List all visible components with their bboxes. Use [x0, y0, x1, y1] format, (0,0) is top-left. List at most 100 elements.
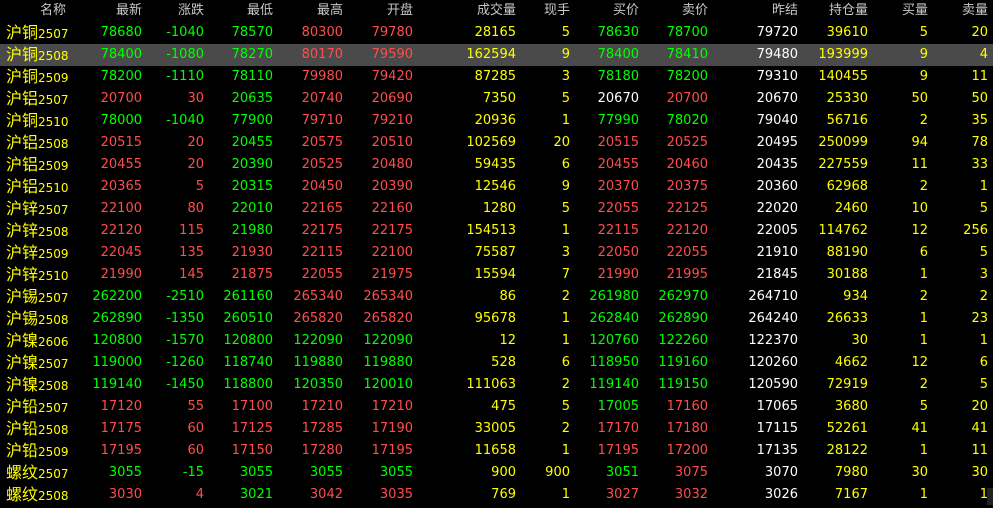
cell-high: 22115 — [301, 245, 343, 260]
scrollbar[interactable] — [987, 488, 993, 505]
contract-product: 螺纹 — [6, 485, 39, 504]
col-header-oi[interactable]: 持仓量 — [810, 0, 868, 22]
table-row[interactable]: 沪锌2510 21990 145 21875 22055 21975 15594 7 21990… — [0, 264, 993, 286]
contract-product: 沪铅 — [6, 419, 39, 438]
table-row[interactable]: 沪锡2508 262890 -1350 260510 265820 265820 95678… — [0, 308, 993, 330]
cell-high: 120350 — [293, 377, 343, 392]
cell-ask-vol: 23 — [971, 311, 988, 326]
cell-prev-settle: 264710 — [748, 289, 798, 304]
table-row[interactable]: 沪铜2509 78200 -1110 78110 79980 79420 87285 3 781… — [0, 66, 993, 88]
cell-oi: 7167 — [834, 487, 868, 502]
table-row[interactable]: 沪铅2507 17120 55 17100 17210 17210 475 5 17005 171… — [0, 396, 993, 418]
table-row[interactable]: 螺纹2508 3030 4 3021 3042 3035 769 1 3027 3032 3026 7… — [0, 484, 993, 506]
col-header-ask-vol[interactable]: 卖量 — [940, 0, 988, 22]
table-row[interactable]: 沪镍2508 119140 -1450 118800 120350 120010 11106… — [0, 374, 993, 396]
cell-change: 4 — [195, 487, 204, 502]
contract-name: 沪铜2507 — [0, 22, 86, 44]
cell-ask: 22125 — [666, 201, 708, 216]
contract-month: 2509 — [38, 159, 69, 173]
cell-oi: 25330 — [826, 91, 868, 106]
col-header-change[interactable]: 涨跌 — [150, 0, 204, 22]
cell-prev-settle: 79720 — [756, 25, 798, 40]
contract-product: 沪铅 — [6, 397, 39, 416]
cell-oi: 72919 — [826, 377, 868, 392]
cell-bid-vol: 1 — [919, 443, 928, 458]
cell-prev-settle: 79040 — [756, 113, 798, 128]
cell-high: 3055 — [309, 465, 343, 480]
cell-hand: 2 — [561, 421, 570, 436]
table-row[interactable]: 沪铝2509 20455 20 20390 20525 20480 59435 6 20455 2… — [0, 154, 993, 176]
cell-bid: 78630 — [597, 25, 639, 40]
table-row[interactable]: 沪铜2507 78680 -1040 78570 80300 79780 28165 5 786… — [0, 22, 993, 44]
contract-month: 2509 — [38, 71, 69, 85]
cell-hand: 6 — [561, 157, 570, 172]
table-row[interactable]: 沪铝2507 20700 30 20635 20740 20690 7350 5 20670 20… — [0, 88, 993, 110]
table-row[interactable]: 沪锡2507 262200 -2510 261160 265340 265340 86 2 26… — [0, 286, 993, 308]
contract-month: 2508 — [38, 313, 69, 327]
cell-bid: 3051 — [605, 465, 639, 480]
col-header-hand[interactable]: 现手 — [525, 0, 570, 22]
contract-name: 沪铅2509 — [0, 440, 86, 462]
table-row[interactable]: 沪锌2507 22100 80 22010 22165 22160 1280 5 22055 22… — [0, 198, 993, 220]
col-header-ask[interactable]: 卖价 — [650, 0, 708, 22]
cell-ask: 22120 — [666, 223, 708, 238]
cell-low: 77900 — [231, 113, 273, 128]
table-row[interactable]: 沪铅2508 17175 60 17125 17285 17190 33005 2 17170 1… — [0, 418, 993, 440]
table-row[interactable]: 沪锌2508 22120 115 21980 22175 22175 154513 1 2211… — [0, 220, 993, 242]
cell-bid-vol: 50 — [911, 91, 928, 106]
cell-change: 135 — [179, 245, 204, 260]
cell-hand: 7 — [561, 267, 570, 282]
table-row[interactable]: 沪锌2509 22045 135 21930 22115 22100 75587 3 22050… — [0, 242, 993, 264]
cell-last: 262200 — [92, 289, 142, 304]
cell-ask: 78410 — [666, 47, 708, 62]
cell-bid-vol: 30 — [911, 465, 928, 480]
cell-prev-settle: 20495 — [756, 135, 798, 150]
col-header-prev-settle[interactable]: 昨结 — [740, 0, 798, 22]
contract-product: 沪锡 — [6, 309, 39, 328]
cell-change: -1040 — [166, 25, 204, 40]
col-header-name[interactable]: 名称 — [40, 0, 72, 22]
table-row[interactable]: 沪镍2507 119000 -1260 118740 119880 119880 528 6 1… — [0, 352, 993, 374]
table-row[interactable]: 沪铜2508 78400 -1080 78270 80170 79590 162594 9 78… — [0, 44, 993, 66]
cell-open: 265340 — [363, 289, 413, 304]
cell-low: 21930 — [231, 245, 273, 260]
contract-product: 沪锌 — [6, 221, 39, 240]
col-header-high[interactable]: 最高 — [290, 0, 343, 22]
col-header-bid[interactable]: 买价 — [580, 0, 639, 22]
cell-bid: 78180 — [597, 69, 639, 84]
cell-low: 20635 — [231, 91, 273, 106]
cell-ask-vol: 35 — [971, 113, 988, 128]
cell-change: 55 — [187, 399, 204, 414]
cell-high: 265820 — [293, 311, 343, 326]
contract-name: 沪铜2510 — [0, 110, 86, 132]
col-header-volume[interactable]: 成交量 — [440, 0, 516, 22]
cell-bid: 17195 — [597, 443, 639, 458]
cell-bid-vol: 1 — [919, 333, 928, 348]
table-row[interactable]: 沪铅2509 17195 60 17150 17280 17195 11658 1 17195 1… — [0, 440, 993, 462]
cell-volume: 15594 — [474, 267, 516, 282]
cell-hand: 5 — [561, 91, 570, 106]
cell-ask: 17180 — [666, 421, 708, 436]
cell-hand: 9 — [561, 47, 570, 62]
table-row[interactable]: 沪铝2508 20515 20 20455 20575 20510 102569 20 2051… — [0, 132, 993, 154]
cell-high: 17285 — [301, 421, 343, 436]
table-row[interactable]: 沪镍2606 120800 -1570 120800 122090 122090 12 1 12… — [0, 330, 993, 352]
cell-ask: 262970 — [658, 289, 708, 304]
table-row[interactable]: 沪铜2510 78000 -1040 77900 79710 79210 20936 1 779… — [0, 110, 993, 132]
cell-ask-vol: 5 — [979, 377, 988, 392]
col-header-open[interactable]: 开盘 — [360, 0, 413, 22]
col-header-last[interactable]: 最新 — [90, 0, 142, 22]
col-header-low[interactable]: 最低 — [220, 0, 273, 22]
cell-change: 115 — [179, 223, 204, 238]
cell-oi: 28122 — [826, 443, 868, 458]
contract-product: 沪锌 — [6, 243, 39, 262]
cell-volume: 900 — [491, 465, 516, 480]
table-row[interactable]: 螺纹2507 3055 -15 3055 3055 3055 900 900 3051 3075 3… — [0, 462, 993, 484]
cell-low: 22010 — [231, 201, 273, 216]
col-header-bid-vol[interactable]: 买量 — [880, 0, 928, 22]
cell-bid-vol: 41 — [911, 421, 928, 436]
table-row[interactable]: 沪铝2510 20365 5 20315 20450 20390 12546 9 20370 20… — [0, 176, 993, 198]
contract-product: 沪锌 — [6, 265, 39, 284]
cell-hand: 2 — [561, 289, 570, 304]
contract-name: 沪铜2509 — [0, 66, 86, 88]
